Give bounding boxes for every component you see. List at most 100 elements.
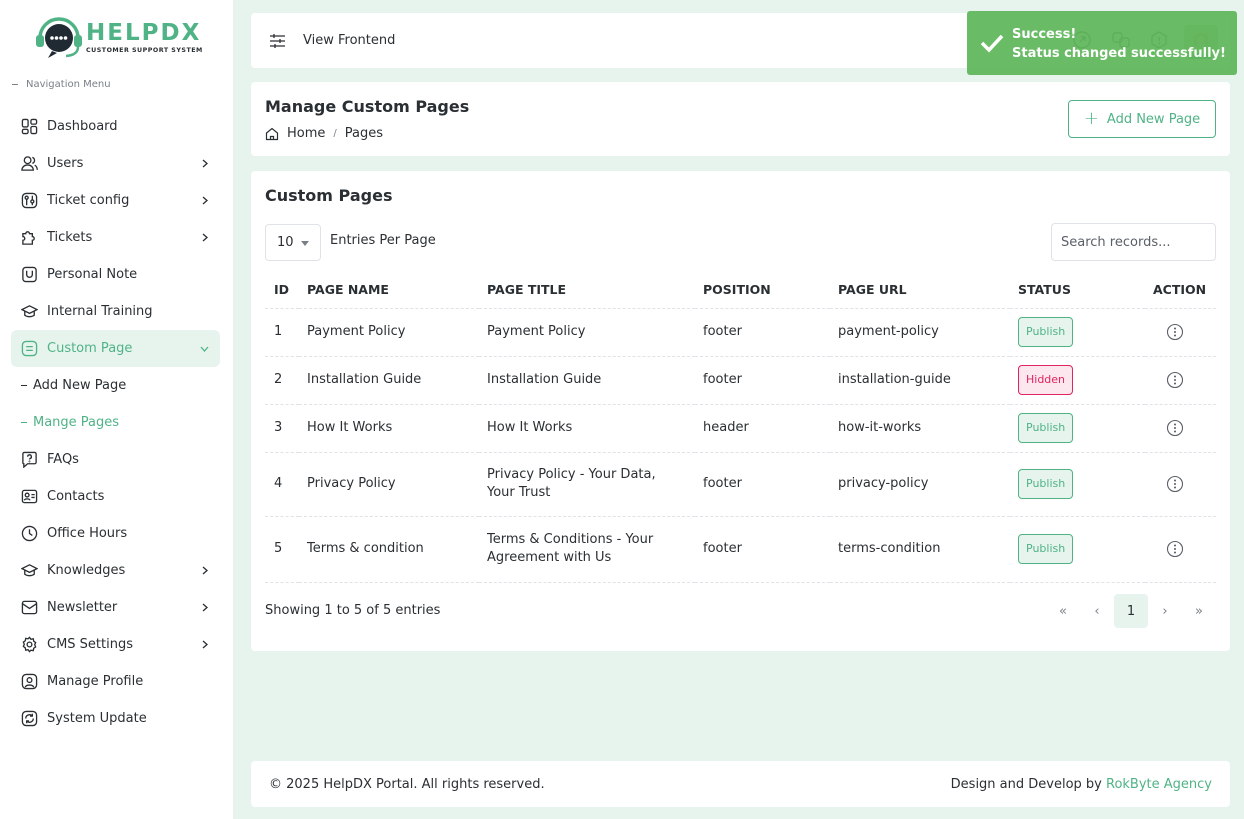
status-badge[interactable]: Publish [1018,469,1074,499]
sidebar-item-newsletter[interactable]: Newsletter [11,589,220,626]
column-header[interactable]: POSITION [695,272,830,309]
table-row: 2 Installation Guide Installation Guide … [265,356,1216,405]
headset-logo-icon [36,17,82,58]
credit-text: Design and Develop by RokByte Agency [950,777,1212,792]
status-badge[interactable]: Publish [1018,534,1074,564]
table-row: 4 Privacy Policy Privacy Policy - Your D… [265,452,1216,517]
chevron-right-icon [202,196,208,205]
cell-name: Privacy Policy [299,452,479,517]
agency-link[interactable]: RokByte Agency [1106,777,1212,792]
chevron-right-icon [202,603,208,612]
more-actions-icon[interactable] [1166,419,1184,437]
entries-per-page-select[interactable]: 10 [265,224,321,261]
brand-name: HELPDX [86,19,202,46]
column-header[interactable]: ID [265,272,299,309]
nav-menu: Dashboard Users Ticket config Tickets Pe… [11,108,220,737]
cell-status: Publish [1010,404,1145,453]
faq-icon [22,451,37,468]
pagination-prev[interactable]: ‹ [1080,594,1114,628]
cell-action [1145,308,1216,357]
sidebar-toggle-icon[interactable] [269,33,286,49]
more-actions-icon[interactable] [1166,323,1184,341]
column-header[interactable]: PAGE URL [830,272,1010,309]
cell-status: Publish [1010,516,1145,583]
ticket-config-icon [21,192,38,209]
showing-entries-text: Showing 1 to 5 of 5 entries [265,603,441,618]
pagination-page-1[interactable]: 1 [1114,594,1148,628]
sidebar-item-label: Users [47,156,84,171]
more-actions-icon[interactable] [1166,475,1184,493]
sidebar-item-internal-training[interactable]: Internal Training [11,293,220,330]
sidebar-item-manage-profile[interactable]: Manage Profile [11,663,220,700]
users-icon [21,156,38,171]
cell-url: how-it-works [830,404,1010,453]
brand-tagline: CUSTOMER SUPPORT SYSTEM [86,46,203,54]
status-badge[interactable]: Publish [1018,317,1074,347]
brand-logo[interactable]: HELPDX CUSTOMER SUPPORT SYSTEM [34,14,203,62]
column-header[interactable]: PAGE NAME [299,272,479,309]
pages-table: ID PAGE NAME PAGE TITLE POSITION PAGE UR… [265,272,1216,583]
cell-name: Installation Guide [299,356,479,405]
caret-down-icon [301,241,309,246]
nav-heading: Navigation Menu [12,79,111,90]
pagination-next[interactable]: › [1148,594,1182,628]
table-row: 5 Terms & condition Terms & Conditions -… [265,516,1216,583]
breadcrumb-home[interactable]: Home [287,126,325,141]
entries-per-page-label: Entries Per Page [330,233,436,248]
cell-url: installation-guide [830,356,1010,405]
sidebar-item-office-hours[interactable]: Office Hours [11,515,220,552]
column-header[interactable]: STATUS [1010,272,1145,309]
cell-name: Terms & condition [299,516,479,583]
sidebar-item-faqs[interactable]: FAQs [11,441,220,478]
success-toast[interactable]: Success! Status changed successfully! [967,11,1237,75]
sidebar-item-system-update[interactable]: System Update [11,700,220,737]
sidebar-item-personal-note[interactable]: Personal Note [11,256,220,293]
search-input[interactable] [1051,223,1216,261]
breadcrumb: Home / Pages [265,126,383,141]
custom-page-icon [21,340,38,357]
card-title: Custom Pages [265,186,393,205]
pagination-first[interactable]: « [1046,594,1080,628]
status-badge[interactable]: Publish [1018,413,1074,443]
sidebar-item-custom-page[interactable]: Custom Page [11,330,220,367]
sidebar-item-label: Dashboard [47,119,118,134]
sidebar-item-contacts[interactable]: Contacts [11,478,220,515]
chevron-right-icon [202,159,208,168]
toast-message: Status changed successfully! [1012,46,1226,61]
cell-action [1145,356,1216,405]
contacts-icon [21,489,38,504]
plus-icon: + [1083,108,1099,129]
sidebar-item-ticket-config[interactable]: Ticket config [11,182,220,219]
sidebar-item-label: Personal Note [47,267,138,282]
sidebar-item-label: Internal Training [47,304,153,319]
more-actions-icon[interactable] [1166,540,1184,558]
more-actions-icon[interactable] [1166,371,1184,389]
status-badge[interactable]: Hidden [1018,365,1074,395]
update-icon [21,710,38,727]
cell-name: Payment Policy [299,308,479,357]
sidebar-item-tickets[interactable]: Tickets [11,219,220,256]
cell-title: Privacy Policy - Your Data, Your Trust [479,452,695,517]
column-header[interactable]: PAGE TITLE [479,272,695,309]
clock-icon [21,525,38,542]
cell-url: privacy-policy [830,452,1010,517]
sidebar-item-dashboard[interactable]: Dashboard [11,108,220,145]
column-header: ACTION [1145,272,1216,309]
cell-id: 3 [265,404,299,453]
note-icon [22,266,37,283]
add-new-page-button[interactable]: + Add New Page [1068,100,1216,138]
cell-position: footer [695,516,830,583]
sidebar-item-label: CMS Settings [47,637,133,652]
sidebar-subitem-manage-pages[interactable]: Mange Pages [11,404,220,441]
sidebar-item-cms-settings[interactable]: CMS Settings [11,626,220,663]
sidebar-item-label: Manage Profile [47,674,144,689]
sidebar-item-label: Contacts [47,489,105,504]
cell-status: Hidden [1010,356,1145,405]
cell-title: How It Works [479,404,695,453]
sidebar-item-knowledges[interactable]: Knowledges [11,552,220,589]
pagination-last[interactable]: » [1182,594,1216,628]
sidebar-item-label: Tickets [47,230,93,245]
sidebar-item-users[interactable]: Users [11,145,220,182]
sidebar-subitem-add-new-page[interactable]: Add New Page [11,367,220,404]
view-frontend-link[interactable]: View Frontend [303,33,395,48]
